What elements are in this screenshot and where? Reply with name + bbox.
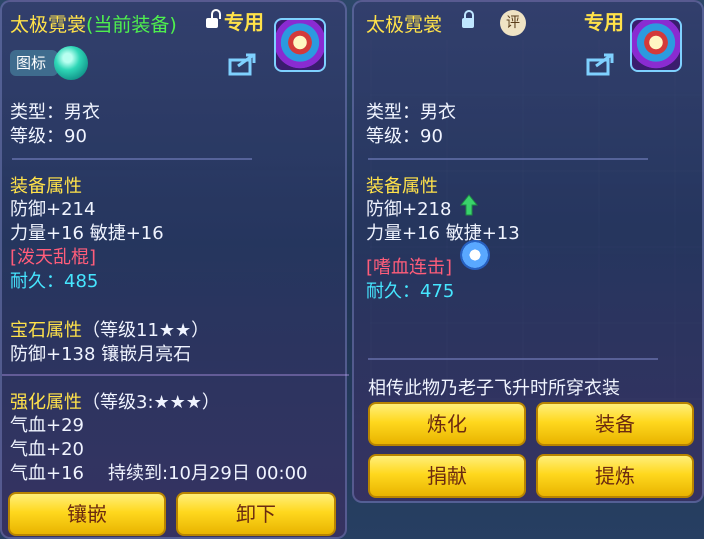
unlock-icon[interactable] bbox=[206, 9, 221, 28]
exclusive-tag: 专用 bbox=[224, 10, 264, 34]
durability: 耐久：475 bbox=[366, 281, 455, 302]
defense-stat: 防御+218 bbox=[366, 199, 452, 220]
enhance-level: （等级3:★★★） bbox=[82, 392, 220, 413]
current-equipment-panel: 太极霓裳(当前装备) 专用 图标 类型：男衣 等级：90 装备属性 防御+214… bbox=[0, 0, 349, 539]
attr-stats: 力量+16 敏捷+13 bbox=[366, 223, 520, 244]
equipped-status: (当前装备) bbox=[86, 14, 177, 36]
arrow-up-icon bbox=[460, 194, 478, 216]
gem-attr-line: 宝石属性（等级11★★） bbox=[10, 316, 209, 342]
gem-effect: 防御+138 镶嵌月亮石 bbox=[10, 344, 192, 365]
lock-icon[interactable] bbox=[462, 10, 474, 28]
donate-button[interactable]: 捐献 bbox=[368, 454, 526, 498]
item-name: 太极霓裳 bbox=[366, 14, 443, 36]
enhance-attr-header: 强化属性 bbox=[10, 392, 82, 413]
defense-stat: 防御+214 bbox=[10, 199, 96, 220]
enhance-stat-3: 气血+16 bbox=[10, 463, 84, 484]
gem-orb-icon[interactable] bbox=[54, 46, 88, 80]
item-type: 类型：男衣 bbox=[10, 102, 100, 123]
divider bbox=[12, 158, 252, 160]
share-icon[interactable] bbox=[228, 52, 258, 76]
item-type: 类型：男衣 bbox=[366, 102, 456, 123]
share-icon[interactable] bbox=[586, 52, 616, 76]
gem-attr-header: 宝石属性 bbox=[10, 320, 82, 341]
durability: 耐久：485 bbox=[10, 271, 99, 292]
review-badge[interactable]: 评 bbox=[500, 10, 526, 36]
inlay-button[interactable]: 镶嵌 bbox=[8, 492, 166, 536]
enhance-duration: 持续到:10月29日 00:00 bbox=[108, 463, 308, 484]
item-level: 等级：90 bbox=[366, 126, 443, 147]
item-name: 太极霓裳 bbox=[10, 14, 87, 36]
item-title: 太极霓裳(当前装备) bbox=[10, 10, 177, 37]
extract-button[interactable]: 提炼 bbox=[536, 454, 694, 498]
unequip-button[interactable]: 卸下 bbox=[176, 492, 336, 536]
item-description: 相传此物乃老子飞升时所穿衣装 bbox=[368, 378, 620, 399]
icon-toggle-button[interactable]: 图标 bbox=[10, 50, 58, 76]
enhance-stat-1: 气血+29 bbox=[10, 415, 84, 436]
divider bbox=[368, 358, 658, 360]
exclusive-tag: 专用 bbox=[584, 10, 624, 34]
divider bbox=[2, 374, 349, 376]
refine-button[interactable]: 炼化 bbox=[368, 402, 526, 446]
divider bbox=[368, 158, 648, 160]
item-level: 等级：90 bbox=[10, 126, 87, 147]
item-detail-panel: 太极霓裳 评 专用 类型：男衣 等级：90 装备属性 防御+218 力量+16 … bbox=[352, 0, 704, 503]
gem-level: （等级11★★） bbox=[82, 320, 210, 341]
equip-button[interactable]: 装备 bbox=[536, 402, 694, 446]
attr-stats: 力量+16 敏捷+16 bbox=[10, 223, 164, 244]
item-emblem-icon bbox=[630, 18, 682, 72]
item-emblem-icon bbox=[274, 18, 326, 72]
special-skill: [嗜血连击] bbox=[366, 257, 453, 278]
enhance-stat-2: 气血+20 bbox=[10, 439, 84, 460]
special-skill: [泼天乱棍] bbox=[10, 247, 97, 268]
refresh-icon[interactable] bbox=[460, 240, 490, 270]
